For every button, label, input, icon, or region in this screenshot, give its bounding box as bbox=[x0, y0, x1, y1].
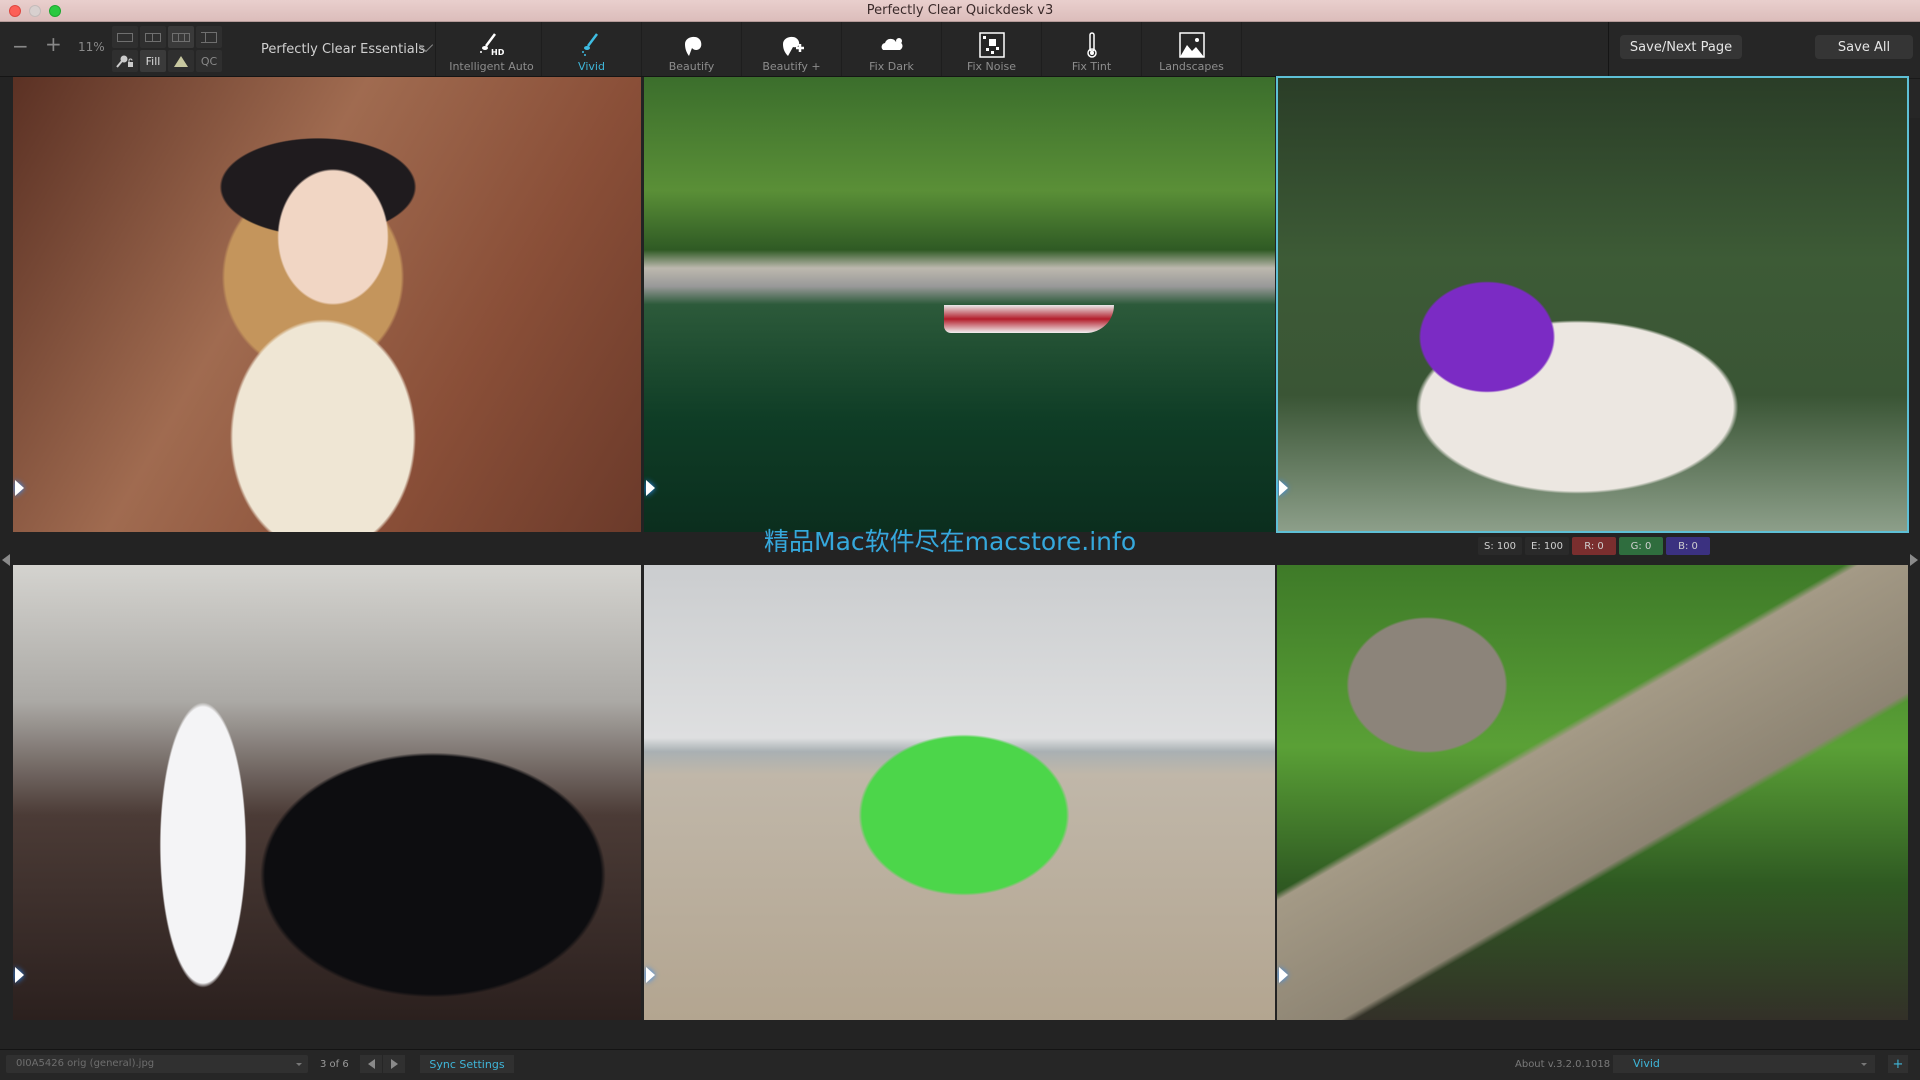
preset-group-select[interactable]: Perfectly Clear Essentials bbox=[250, 22, 436, 76]
window-title: Perfectly Clear Quickdesk v3 bbox=[866, 3, 1054, 18]
preset-landscapes[interactable]: Landscapes bbox=[1142, 22, 1242, 76]
preset-fix-dark[interactable]: Fix Dark bbox=[842, 22, 942, 76]
photo-thumbnail[interactable] bbox=[1277, 565, 1908, 1020]
caret-down-icon bbox=[1861, 1063, 1867, 1066]
preset-label: Fix Tint bbox=[1071, 60, 1112, 73]
strength-chip: S: 100 bbox=[1478, 537, 1522, 555]
previous-page-arrow-icon[interactable] bbox=[2, 554, 10, 566]
next-page-arrow-icon[interactable] bbox=[1910, 554, 1918, 566]
compare-arrow-icon[interactable] bbox=[15, 480, 27, 498]
qc-button[interactable]: QC bbox=[196, 50, 222, 72]
preset-intelligent-auto[interactable]: HD Intelligent Auto bbox=[442, 22, 542, 76]
current-preset-label: Vivid bbox=[1633, 1057, 1660, 1070]
current-preset-select[interactable]: Vivid bbox=[1613, 1055, 1875, 1073]
zoom-out-button[interactable]: − bbox=[12, 34, 29, 58]
zoom-level: 11% bbox=[78, 40, 105, 54]
split-view-button[interactable] bbox=[196, 26, 222, 48]
watermark-text: 精品Mac软件尽在macstore.info bbox=[764, 527, 1137, 556]
preset-label: Fix Noise bbox=[966, 60, 1017, 73]
preset-fix-noise[interactable]: Fix Noise bbox=[942, 22, 1042, 76]
compare-arrow-icon[interactable] bbox=[646, 967, 658, 985]
preset-label: Landscapes bbox=[1159, 60, 1224, 73]
photo-grid bbox=[0, 76, 1920, 1047]
zoom-in-button[interactable]: + bbox=[45, 32, 62, 56]
photo-thumbnail[interactable] bbox=[644, 77, 1275, 532]
preset-label: Beautify + bbox=[762, 60, 821, 73]
face-icon bbox=[684, 36, 701, 56]
page-counter: 3 of 6 bbox=[320, 1059, 349, 1070]
compare-arrow-icon[interactable] bbox=[646, 480, 658, 498]
photo-thumbnail[interactable] bbox=[13, 77, 641, 532]
add-preset-button[interactable]: + bbox=[1888, 1055, 1908, 1073]
preset-label: Fix Dark bbox=[869, 60, 914, 73]
clipping-warning-button[interactable] bbox=[168, 50, 194, 72]
red-chip: R: 0 bbox=[1572, 537, 1616, 555]
fill-button[interactable]: Fill bbox=[140, 50, 166, 72]
face-plus-icon bbox=[782, 36, 804, 56]
grid-icon bbox=[172, 32, 190, 42]
preset-label: Vivid bbox=[578, 60, 605, 73]
compare-arrow-icon[interactable] bbox=[1279, 967, 1291, 985]
status-bar: 0I0A5426 orig (general).jpg 3 of 6 Sync … bbox=[0, 1049, 1920, 1080]
loupe-lock-button[interactable] bbox=[112, 50, 138, 72]
title-bar: Perfectly Clear Quickdesk v3 bbox=[0, 0, 1920, 22]
photo-thumbnail[interactable] bbox=[644, 565, 1275, 1020]
loupe-lock-icon bbox=[116, 55, 133, 68]
photo-thumbnail-selected[interactable] bbox=[1276, 76, 1909, 533]
green-chip: G: 0 bbox=[1619, 537, 1663, 555]
preset-beautify-plus[interactable]: Beautify + bbox=[742, 22, 842, 76]
preset-group-label: Perfectly Clear Essentials bbox=[261, 41, 426, 57]
prev-page-button[interactable] bbox=[360, 1055, 382, 1073]
caret-down-icon bbox=[296, 1063, 302, 1066]
adjustment-readout: S: 100 E: 100 R: 0 G: 0 B: 0 bbox=[1478, 537, 1710, 555]
preset-label: Beautify bbox=[668, 60, 715, 73]
file-name: 0I0A5426 orig (general).jpg bbox=[16, 1058, 155, 1069]
cloud-icon bbox=[881, 38, 902, 50]
brush-hd-icon: HD bbox=[479, 33, 505, 57]
brush-icon bbox=[581, 33, 598, 56]
preset-label: Intelligent Auto bbox=[449, 60, 534, 73]
blue-chip: B: 0 bbox=[1666, 537, 1710, 555]
warning-triangle-icon bbox=[174, 55, 188, 67]
sync-settings-button[interactable]: Sync Settings bbox=[420, 1055, 514, 1073]
svg-text:HD: HD bbox=[491, 48, 505, 57]
preset-fix-tint[interactable]: Fix Tint bbox=[1042, 22, 1142, 76]
grid-view-button[interactable] bbox=[168, 26, 194, 48]
preset-beautify[interactable]: Beautify bbox=[642, 22, 742, 76]
noise-icon bbox=[978, 32, 1005, 58]
exposure-chip: E: 100 bbox=[1525, 537, 1569, 555]
preset-vivid[interactable]: Vivid bbox=[542, 22, 642, 76]
about-version-link[interactable]: About v.3.2.0.1018 bbox=[1515, 1059, 1610, 1070]
side-by-side-icon bbox=[145, 32, 161, 42]
single-view-icon bbox=[117, 32, 133, 42]
side-by-side-view-button[interactable] bbox=[140, 26, 166, 48]
view-mode-grid: Fill QC bbox=[112, 26, 222, 72]
single-view-button[interactable] bbox=[112, 26, 138, 48]
file-select[interactable]: 0I0A5426 orig (general).jpg bbox=[6, 1055, 308, 1073]
compare-arrow-icon[interactable] bbox=[15, 967, 27, 985]
split-view-icon bbox=[201, 31, 217, 43]
landscape-icon bbox=[1178, 32, 1205, 58]
thermometer-icon bbox=[1086, 32, 1097, 58]
next-page-button[interactable] bbox=[383, 1055, 405, 1073]
save-all-button[interactable]: Save All bbox=[1815, 35, 1913, 59]
compare-arrow-icon[interactable] bbox=[1279, 480, 1291, 498]
photo-thumbnail[interactable] bbox=[13, 565, 641, 1020]
preset-list: HD Intelligent Auto Vivid Beautify Beaut… bbox=[442, 22, 1242, 76]
save-next-page-button[interactable]: Save/Next Page bbox=[1620, 35, 1742, 59]
